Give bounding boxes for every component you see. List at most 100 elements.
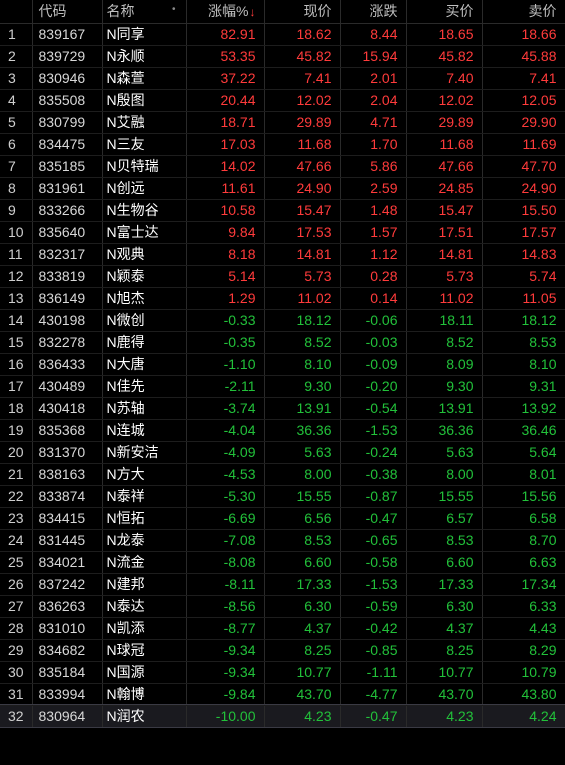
table-row[interactable]: 9 833266 N生物谷 10.58 15.47 1.48 15.47 15.50 [0, 199, 565, 222]
table-row[interactable]: 20 831370 N新安洁 -4.09 5.63 -0.24 5.63 5.64 [0, 441, 565, 464]
table-row[interactable]: 1 839167 N同享 82.91 18.62 8.44 18.65 18.66 [0, 23, 565, 46]
table-row[interactable]: 3 830946 N森萱 37.22 7.41 2.01 7.40 7.41 [0, 67, 565, 90]
price-change: -0.06 [340, 309, 407, 332]
table-row[interactable]: 18 430418 N苏轴 -3.74 13.91 -0.54 13.91 13.92 [0, 397, 565, 420]
change-percent: -0.33 [186, 309, 265, 332]
change-percent: 14.02 [186, 155, 265, 178]
current-price: 9.30 [264, 375, 341, 398]
bid-price: 17.51 [406, 221, 483, 244]
table-row[interactable]: 15 832278 N鹿得 -0.35 8.52 -0.03 8.52 8.53 [0, 331, 565, 354]
current-price: 13.91 [264, 397, 341, 420]
price-change: 0.28 [340, 265, 407, 288]
change-percent: 10.58 [186, 199, 265, 222]
ask-price: 8.01 [482, 463, 565, 486]
table-row[interactable]: 7 835185 N贝特瑞 14.02 47.66 5.86 47.66 47.70 [0, 155, 565, 178]
table-row[interactable]: 23 834415 N恒拓 -6.69 6.56 -0.47 6.57 6.58 [0, 507, 565, 530]
table-row[interactable]: 4 835508 N殷图 20.44 12.02 2.04 12.02 12.05 [0, 89, 565, 112]
price-change: 2.04 [340, 89, 407, 112]
stock-name: N永顺 [102, 45, 187, 68]
price-change: -0.20 [340, 375, 407, 398]
price-change: -0.54 [340, 397, 407, 420]
table-row[interactable]: 28 831010 N凯添 -8.77 4.37 -0.42 4.37 4.43 [0, 617, 565, 640]
header-ask[interactable]: 卖价 [482, 0, 565, 24]
table-row[interactable]: 27 836263 N泰达 -8.56 6.30 -0.59 6.30 6.33 [0, 595, 565, 618]
ask-price: 11.69 [482, 133, 565, 156]
header-price[interactable]: 现价 [264, 0, 341, 24]
table-row[interactable]: 24 831445 N龙泰 -7.08 8.53 -0.65 8.53 8.70 [0, 529, 565, 552]
row-index: 21 [0, 463, 33, 486]
ask-price: 29.90 [482, 111, 565, 134]
stock-code: 832317 [32, 243, 103, 266]
ask-price: 13.92 [482, 397, 565, 420]
bid-price: 5.73 [406, 265, 483, 288]
stock-name: N森萱 [102, 67, 187, 90]
stock-name: N佳先 [102, 375, 187, 398]
header-bid[interactable]: 买价 [406, 0, 483, 24]
table-row[interactable]: 10 835640 N富士达 9.84 17.53 1.57 17.51 17.57 [0, 221, 565, 244]
bid-price: 18.65 [406, 23, 483, 46]
sort-desc-icon: ↓ [249, 5, 256, 20]
row-index: 18 [0, 397, 33, 420]
table-row[interactable]: 32 830964 N润农 -10.00 4.23 -0.47 4.23 4.24 [0, 704, 565, 728]
stock-code: 833266 [32, 199, 103, 222]
stock-name: N龙泰 [102, 529, 187, 552]
ask-price: 8.70 [482, 529, 565, 552]
price-change: 15.94 [340, 45, 407, 68]
price-change: 4.71 [340, 111, 407, 134]
table-row[interactable]: 2 839729 N永顺 53.35 45.82 15.94 45.82 45.88 [0, 45, 565, 68]
change-percent: -4.53 [186, 463, 265, 486]
header-code[interactable]: 代码 [32, 0, 103, 24]
table-row[interactable]: 30 835184 N国源 -9.34 10.77 -1.11 10.77 10.79 [0, 661, 565, 684]
table-row[interactable]: 16 836433 N大唐 -1.10 8.10 -0.09 8.09 8.10 [0, 353, 565, 376]
stock-name: N旭杰 [102, 287, 187, 310]
row-index: 7 [0, 155, 33, 178]
table-row[interactable]: 6 834475 N三友 17.03 11.68 1.70 11.68 11.69 [0, 133, 565, 156]
stock-code: 832278 [32, 331, 103, 354]
header-change-percent[interactable]: 涨幅%↓ [186, 0, 265, 24]
table-row[interactable]: 8 831961 N创远 11.61 24.90 2.59 24.85 24.90 [0, 177, 565, 200]
ask-price: 5.64 [482, 441, 565, 464]
table-row[interactable]: 22 833874 N泰祥 -5.30 15.55 -0.87 15.55 15.56 [0, 485, 565, 508]
header-change[interactable]: 涨跌 [340, 0, 407, 24]
row-index: 24 [0, 529, 33, 552]
price-change: -0.87 [340, 485, 407, 508]
stock-code: 833994 [32, 683, 103, 706]
table-row[interactable]: 14 430198 N微创 -0.33 18.12 -0.06 18.11 18.12 [0, 309, 565, 332]
stock-code: 835640 [32, 221, 103, 244]
price-change: -0.09 [340, 353, 407, 376]
stock-name: N润农 [102, 705, 187, 728]
stock-code: 835185 [32, 155, 103, 178]
header-name[interactable]: 名称 • [102, 0, 187, 24]
table-row[interactable]: 5 830799 N艾融 18.71 29.89 4.71 29.89 29.90 [0, 111, 565, 134]
table-row[interactable]: 19 835368 N连城 -4.04 36.36 -1.53 36.36 36.46 [0, 419, 565, 442]
table-row[interactable]: 26 837242 N建邦 -8.11 17.33 -1.53 17.33 17.34 [0, 573, 565, 596]
price-change: -0.85 [340, 639, 407, 662]
row-index: 1 [0, 23, 33, 46]
bid-price: 24.85 [406, 177, 483, 200]
change-percent: -4.09 [186, 441, 265, 464]
stock-name: N鹿得 [102, 331, 187, 354]
table-row[interactable]: 13 836149 N旭杰 1.29 11.02 0.14 11.02 11.05 [0, 287, 565, 310]
table-row[interactable]: 21 838163 N方大 -4.53 8.00 -0.38 8.00 8.01 [0, 463, 565, 486]
bid-price: 5.63 [406, 441, 483, 464]
price-change: -0.58 [340, 551, 407, 574]
current-price: 10.77 [264, 661, 341, 684]
change-percent: -6.69 [186, 507, 265, 530]
bid-price: 11.68 [406, 133, 483, 156]
table-row[interactable]: 25 834021 N流金 -8.08 6.60 -0.58 6.60 6.63 [0, 551, 565, 574]
table-row[interactable]: 17 430489 N佳先 -2.11 9.30 -0.20 9.30 9.31 [0, 375, 565, 398]
table-row[interactable]: 29 834682 N球冠 -9.34 8.25 -0.85 8.25 8.29 [0, 639, 565, 662]
current-price: 15.55 [264, 485, 341, 508]
table-row[interactable]: 11 832317 N观典 8.18 14.81 1.12 14.81 14.83 [0, 243, 565, 266]
table-row[interactable]: 31 833994 N翰博 -9.84 43.70 -4.77 43.70 43.80 [0, 683, 565, 706]
change-percent: 5.14 [186, 265, 265, 288]
price-change: 2.59 [340, 177, 407, 200]
change-percent: 1.29 [186, 287, 265, 310]
table-row[interactable]: 12 833819 N颖泰 5.14 5.73 0.28 5.73 5.74 [0, 265, 565, 288]
change-percent: 11.61 [186, 177, 265, 200]
stock-code: 831445 [32, 529, 103, 552]
current-price: 36.36 [264, 419, 341, 442]
change-percent: -7.08 [186, 529, 265, 552]
current-price: 15.47 [264, 199, 341, 222]
bid-price: 4.23 [406, 705, 483, 728]
